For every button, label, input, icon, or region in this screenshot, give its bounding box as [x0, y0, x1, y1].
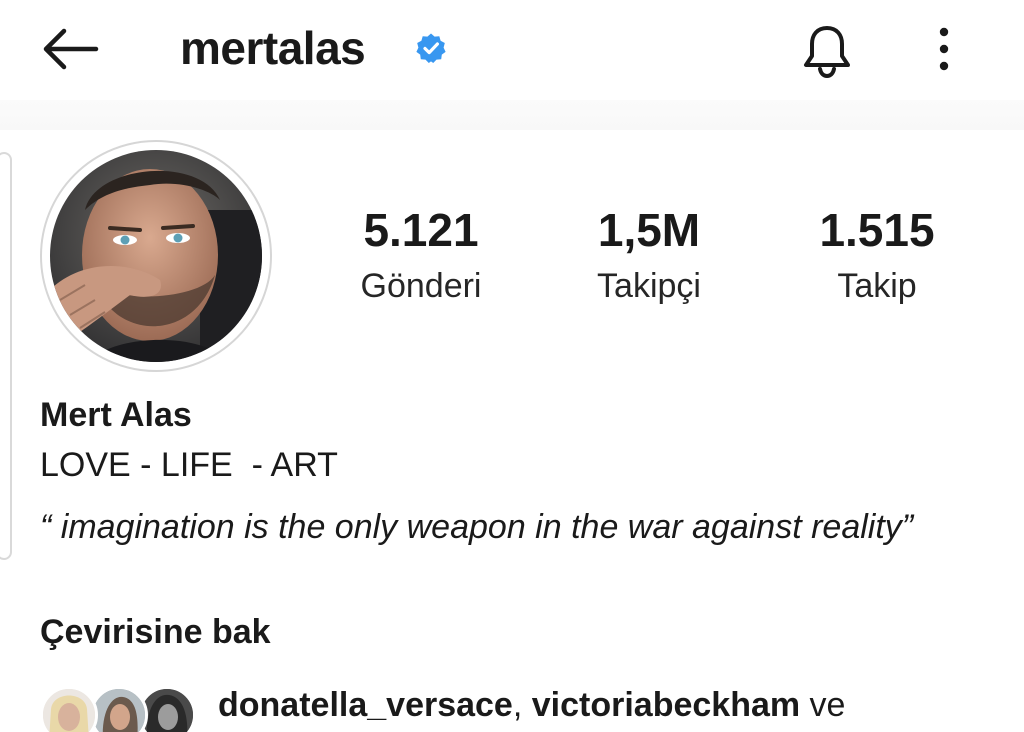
followers-label: Takipçi — [597, 267, 701, 305]
following-stat[interactable]: 1.515 Takip — [767, 200, 987, 312]
mutual-separator: , — [512, 686, 532, 724]
profile-header: mertalas — [0, 0, 1024, 100]
profile-photo — [50, 150, 262, 362]
mutual-follower-1[interactable]: donatella_versace — [218, 686, 513, 724]
notifications-button[interactable] — [798, 22, 856, 80]
mutual-followers-text[interactable]: donatella_versace, victoriabeckham ve — [218, 682, 845, 728]
more-options-button[interactable] — [926, 24, 962, 74]
more-vertical-icon — [939, 27, 949, 71]
bio-quote: “ imagination is the only weapon in the … — [40, 508, 914, 546]
posts-count: 5.121 — [363, 204, 479, 256]
posts-label: Gönderi — [360, 267, 482, 305]
avatar — [90, 686, 148, 732]
bio-full-name: Mert Alas — [40, 396, 192, 434]
back-button[interactable] — [40, 26, 100, 72]
mutual-followers-avatars[interactable] — [40, 686, 200, 732]
verified-badge-icon — [416, 33, 446, 63]
profile-avatar[interactable] — [50, 150, 262, 362]
header-divider — [0, 100, 1024, 130]
bell-icon — [804, 26, 850, 79]
side-panel-edge — [0, 152, 12, 560]
arrow-left-icon — [43, 28, 99, 70]
following-count: 1.515 — [819, 204, 935, 256]
see-translation-link[interactable]: Çevirisine bak — [40, 608, 271, 656]
followers-stat[interactable]: 1,5M Takipçi — [539, 200, 759, 312]
profile-username: mertalas — [180, 22, 366, 74]
followers-count: 1,5M — [597, 204, 701, 256]
mutual-suffix: ve — [800, 686, 846, 724]
posts-stat[interactable]: 5.121 Gönderi — [311, 200, 531, 312]
mutual-follower-2[interactable]: victoriabeckham — [532, 686, 800, 724]
avatar — [40, 686, 98, 732]
following-label: Takip — [837, 267, 917, 305]
bio-tagline: LOVE - LIFE - ART — [40, 446, 338, 484]
